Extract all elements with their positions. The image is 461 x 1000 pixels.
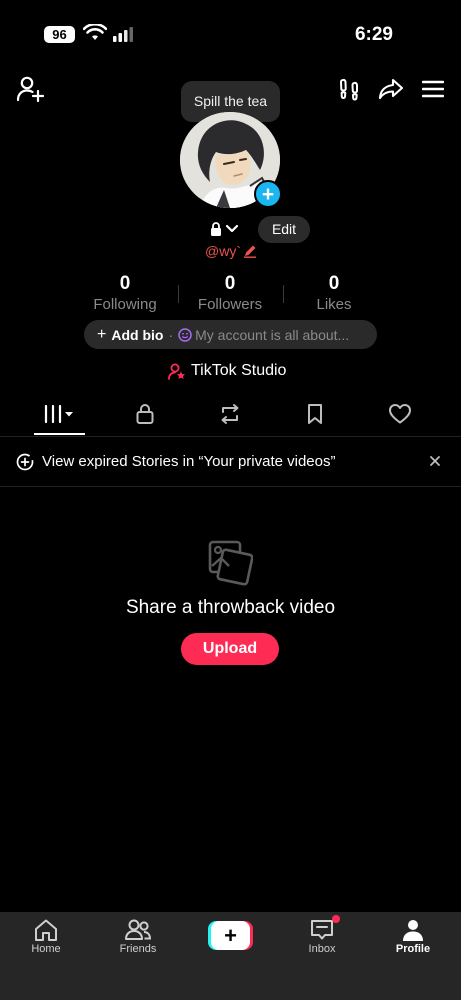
likes-label: Likes	[316, 296, 352, 313]
followers-stat[interactable]: 0 Followers	[185, 273, 275, 313]
upload-button[interactable]: Upload	[181, 633, 279, 665]
likes-stat[interactable]: 0 Likes	[289, 273, 379, 313]
repost-icon	[221, 404, 239, 424]
lock-icon	[211, 222, 221, 236]
plus-icon: +	[97, 325, 107, 343]
bookmark-icon	[308, 404, 322, 424]
inbox-notification-dot	[332, 915, 340, 923]
share-arrow-icon	[378, 78, 404, 100]
nav-friends-label: Friends	[119, 943, 157, 955]
add-story-button[interactable]: +	[254, 180, 282, 208]
profile-icon	[403, 920, 423, 941]
followers-label: Followers	[197, 296, 263, 313]
tabs-divider	[0, 436, 461, 437]
following-count: 0	[119, 273, 131, 294]
nav-inbox[interactable]: Inbox	[287, 918, 357, 955]
tiktok-studio-link[interactable]: TikTok Studio	[168, 362, 286, 380]
username-handle[interactable]: @wy`	[205, 243, 257, 259]
heart-icon	[389, 404, 411, 424]
separator-dot: ·	[168, 326, 174, 343]
following-label: Following	[93, 296, 157, 313]
inbox-icon	[311, 920, 333, 940]
empty-state-title: Share a throwback video	[125, 597, 336, 618]
tab-private[interactable]	[122, 396, 168, 432]
profile-tabs	[0, 396, 461, 436]
privacy-toggle[interactable]	[210, 218, 239, 240]
tab-liked[interactable]	[377, 396, 423, 432]
share-profile-button[interactable]	[375, 74, 407, 104]
nav-profile[interactable]: Profile	[378, 918, 448, 955]
wifi-icon	[83, 24, 107, 40]
close-icon[interactable]	[429, 455, 441, 467]
stat-divider	[283, 285, 284, 303]
stat-divider	[178, 285, 179, 303]
hamburger-menu-icon	[422, 80, 444, 98]
grid-icon	[43, 404, 73, 424]
edit-profile-button[interactable]: Edit	[258, 216, 310, 243]
smiley-icon	[178, 327, 192, 342]
handle-text: @wy`	[205, 243, 241, 259]
banner-divider	[0, 486, 461, 487]
plus-icon: +	[261, 182, 275, 206]
followers-count: 0	[224, 273, 236, 294]
bottom-nav: Home Friends + Inbox Profile	[0, 912, 461, 1000]
pencil-icon	[243, 245, 256, 258]
nav-home-label: Home	[31, 943, 61, 955]
footprints-icon	[339, 78, 358, 101]
studio-label: TikTok Studio	[191, 362, 287, 379]
add-friend-button[interactable]	[14, 74, 46, 104]
create-plus-icon: +	[211, 921, 250, 950]
banner-text: View expired Stories in “Your private vi…	[42, 453, 336, 470]
likes-count: 0	[328, 273, 340, 294]
photos-icon	[208, 540, 253, 586]
bio-placeholder: My account is all about...	[195, 326, 350, 343]
active-tab-indicator	[34, 433, 85, 435]
expired-stories-banner[interactable]: View expired Stories in “Your private vi…	[0, 438, 461, 486]
following-stat[interactable]: 0 Following	[80, 273, 170, 313]
add-person-icon	[16, 76, 44, 102]
lock-icon	[136, 404, 154, 424]
add-bio-label: Add bio	[111, 326, 164, 343]
add-bio-button[interactable]: + Add bio · My account is all about...	[84, 320, 377, 349]
status-bar: 96 6:29	[0, 0, 461, 62]
profile-views-button[interactable]	[334, 74, 364, 104]
home-icon	[35, 919, 57, 941]
signal-icon	[113, 27, 133, 42]
nav-inbox-label: Inbox	[308, 943, 336, 955]
tab-reposts[interactable]	[207, 396, 253, 432]
friends-icon	[125, 919, 152, 940]
creator-icon	[168, 363, 185, 380]
menu-button[interactable]	[418, 74, 448, 104]
clock: 6:29	[354, 24, 393, 45]
chevron-down-icon	[225, 224, 239, 233]
tab-saved[interactable]	[292, 396, 338, 432]
tab-videos[interactable]	[34, 396, 85, 432]
nav-friends[interactable]: Friends	[103, 918, 173, 955]
story-add-icon	[16, 453, 34, 471]
nav-home[interactable]: Home	[11, 918, 81, 955]
battery-indicator: 96	[44, 26, 75, 43]
nav-profile-label: Profile	[395, 943, 431, 955]
create-button[interactable]: +	[208, 921, 253, 950]
